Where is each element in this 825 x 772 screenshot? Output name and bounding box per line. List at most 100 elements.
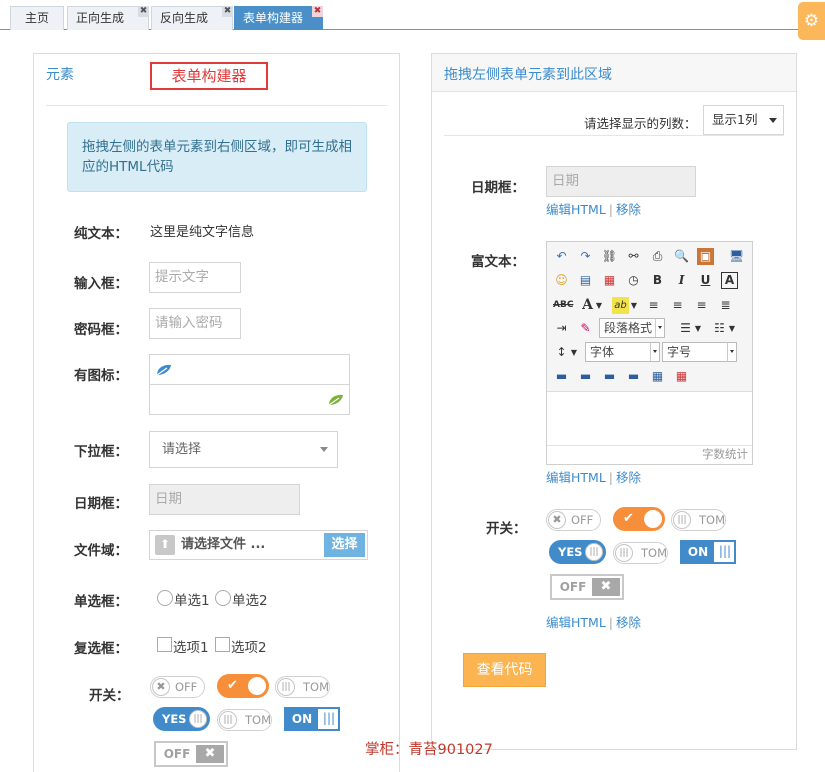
border-text-icon[interactable]: A — [721, 272, 738, 289]
switch-off[interactable]: ✖ OFF — [546, 509, 601, 531]
tab-form-builder[interactable]: 表单构建器 ✖ — [234, 6, 323, 30]
redo-icon[interactable]: ↷ — [577, 248, 594, 265]
link-icon[interactable]: ⛓ — [601, 248, 618, 265]
image-right-icon[interactable]: ▬ — [601, 368, 618, 385]
chevron-down-icon[interactable]: ▼ — [728, 320, 736, 337]
image-none-icon[interactable]: ▬ — [577, 368, 594, 385]
icon-left-input[interactable] — [149, 354, 350, 385]
tab-label: 反向生成 — [160, 11, 209, 25]
calendar-icon[interactable]: ▦ — [601, 272, 618, 289]
file-select-button[interactable]: 选择 — [324, 533, 365, 557]
time-icon[interactable]: ◷ — [625, 272, 642, 289]
print-icon[interactable]: ⎙ — [649, 248, 666, 265]
switch-tom[interactable]: ||| TOM — [671, 509, 726, 531]
image-icon[interactable]: ▣ — [697, 248, 714, 265]
chevron-down-icon — [320, 447, 328, 452]
chevron-down-icon[interactable]: ▼ — [570, 344, 578, 361]
remove-link[interactable]: 移除 — [616, 470, 641, 485]
switch-knob: ||| — [673, 511, 691, 529]
divider — [46, 105, 387, 106]
text-input[interactable]: 提示文字 — [149, 262, 241, 293]
switch-knob: ||| — [189, 710, 207, 728]
icon-right-input[interactable] — [149, 384, 350, 415]
upload-icon: ⬆ — [155, 535, 175, 555]
switch-on-orange[interactable]: ✔ — [217, 674, 269, 698]
radio-option-2[interactable] — [215, 590, 231, 606]
settings-button[interactable]: ⚙ — [798, 2, 825, 40]
switch-on-rect[interactable]: ON ||| — [680, 540, 736, 564]
row-spacing-icon[interactable]: ☰ — [677, 320, 694, 337]
align-right-icon[interactable]: ≡ — [693, 297, 710, 314]
fullscreen-icon[interactable]: 🖥 — [728, 248, 745, 265]
align-left-icon[interactable]: ≡ — [645, 297, 662, 314]
font-size-select[interactable]: 字号 — [662, 342, 737, 362]
close-icon[interactable]: ✖ — [138, 6, 149, 17]
date-input[interactable]: 日期 — [149, 484, 300, 515]
editor-toolbar: ↶ ↷ ⛓ ⚯ ⎙ 🔍 ▣ 🖥 ☺ ▤ ▦ ◷ B I U A ABC A ▼ … — [547, 242, 752, 392]
chevron-down-icon[interactable]: ▼ — [595, 297, 603, 314]
radio-option-1[interactable] — [157, 590, 173, 606]
bold-icon[interactable]: B — [649, 272, 666, 289]
font-color-icon[interactable]: A — [579, 297, 596, 314]
table-icon[interactable]: ▦ — [649, 368, 666, 385]
switch-yes[interactable]: YES ||| — [549, 540, 606, 564]
underline-icon[interactable]: U — [697, 272, 714, 289]
columns-select[interactable]: 显示1列 — [703, 105, 784, 135]
switch-tom[interactable]: ||| TOM — [613, 542, 668, 564]
delete-table-icon[interactable]: ▦ — [673, 368, 690, 385]
align-center-icon[interactable]: ≡ — [669, 297, 686, 314]
switch-tom[interactable]: ||| TOM — [275, 676, 330, 698]
date-input[interactable]: 日期 — [546, 166, 696, 197]
dropdown-select[interactable]: 请选择 — [149, 431, 338, 468]
checkbox-option-2[interactable] — [215, 637, 230, 652]
tab-reverse-generate[interactable]: 反向生成 ✖ — [151, 6, 233, 30]
tab-forward-generate[interactable]: 正向生成 ✖ — [67, 6, 149, 30]
image-center-icon[interactable]: ▬ — [625, 368, 642, 385]
date-label: 日期框： — [74, 496, 128, 512]
tab-bar: 主页 正向生成 ✖ 反向生成 ✖ 表单构建器 ✖ — [0, 0, 825, 30]
list-icon[interactable]: ↕ — [553, 344, 570, 361]
video-icon[interactable]: ▤ — [577, 272, 594, 289]
unlink-icon[interactable]: ⚯ — [625, 248, 642, 265]
rich-text-editor[interactable]: ↶ ↷ ⛓ ⚯ ⎙ 🔍 ▣ 🖥 ☺ ▤ ▦ ◷ B I U A ABC A ▼ … — [546, 241, 753, 465]
align-justify-icon[interactable]: ≣ — [717, 297, 734, 314]
eraser-icon[interactable]: ✎ — [577, 320, 594, 337]
edit-html-link[interactable]: 编辑HTML — [546, 615, 606, 630]
remove-link[interactable]: 移除 — [616, 202, 641, 217]
emoticon-icon[interactable]: ☺ — [553, 272, 570, 289]
file-input[interactable]: ⬆ 请选择文件 ... 选择 — [149, 530, 368, 560]
close-icon[interactable]: ✖ — [312, 6, 323, 17]
switch-off[interactable]: ✖ OFF — [150, 676, 205, 698]
italic-icon[interactable]: I — [673, 272, 690, 289]
file-placeholder: 请选择文件 ... — [181, 537, 266, 552]
line-height-icon[interactable]: ☷ — [711, 320, 728, 337]
switch-on-orange[interactable]: ✔ — [613, 507, 665, 531]
checkbox-option-1[interactable] — [157, 637, 172, 652]
preview-icon[interactable]: 🔍 — [673, 248, 690, 265]
tab-home[interactable]: 主页 — [10, 6, 64, 30]
elements-panel: 元素 表单构建器 拖拽左侧的表单元素到右侧区域，即可生成相应的HTML代码 纯文… — [33, 53, 400, 772]
switch-tom[interactable]: ||| TOM — [217, 709, 272, 731]
switch-off-box[interactable]: OFF ✖ — [154, 741, 228, 767]
switch-on-rect[interactable]: ON ||| — [284, 707, 340, 731]
switch-yes[interactable]: YES ||| — [153, 707, 210, 731]
image-left-icon[interactable]: ▬ — [553, 368, 570, 385]
remove-link[interactable]: 移除 — [616, 615, 641, 630]
radio-option-label: 单选1 — [174, 593, 210, 609]
view-code-button[interactable]: 查看代码 — [463, 653, 546, 687]
edit-html-link[interactable]: 编辑HTML — [546, 470, 606, 485]
chevron-down-icon[interactable]: ▼ — [630, 297, 638, 314]
strikethrough-icon[interactable]: ABC — [553, 297, 573, 314]
chevron-down-icon[interactable]: ▼ — [694, 320, 702, 337]
drop-zone-panel: 拖拽左侧表单元素到此区域 请选择显示的列数： 显示1列 日期框： 日期 编辑HT… — [431, 53, 797, 750]
paragraph-format-select[interactable]: 段落格式 — [599, 318, 665, 338]
leaf-icon — [156, 364, 171, 376]
password-input[interactable]: 请输入密码 — [149, 308, 241, 339]
indent-icon[interactable]: ⇥ — [553, 320, 570, 337]
edit-html-link[interactable]: 编辑HTML — [546, 202, 606, 217]
switch-off-box[interactable]: OFF ✖ — [550, 574, 624, 600]
highlight-icon[interactable]: ab — [612, 297, 629, 314]
undo-icon[interactable]: ↶ — [553, 248, 570, 265]
close-icon[interactable]: ✖ — [222, 6, 233, 17]
font-family-select[interactable]: 字体 — [585, 342, 660, 362]
